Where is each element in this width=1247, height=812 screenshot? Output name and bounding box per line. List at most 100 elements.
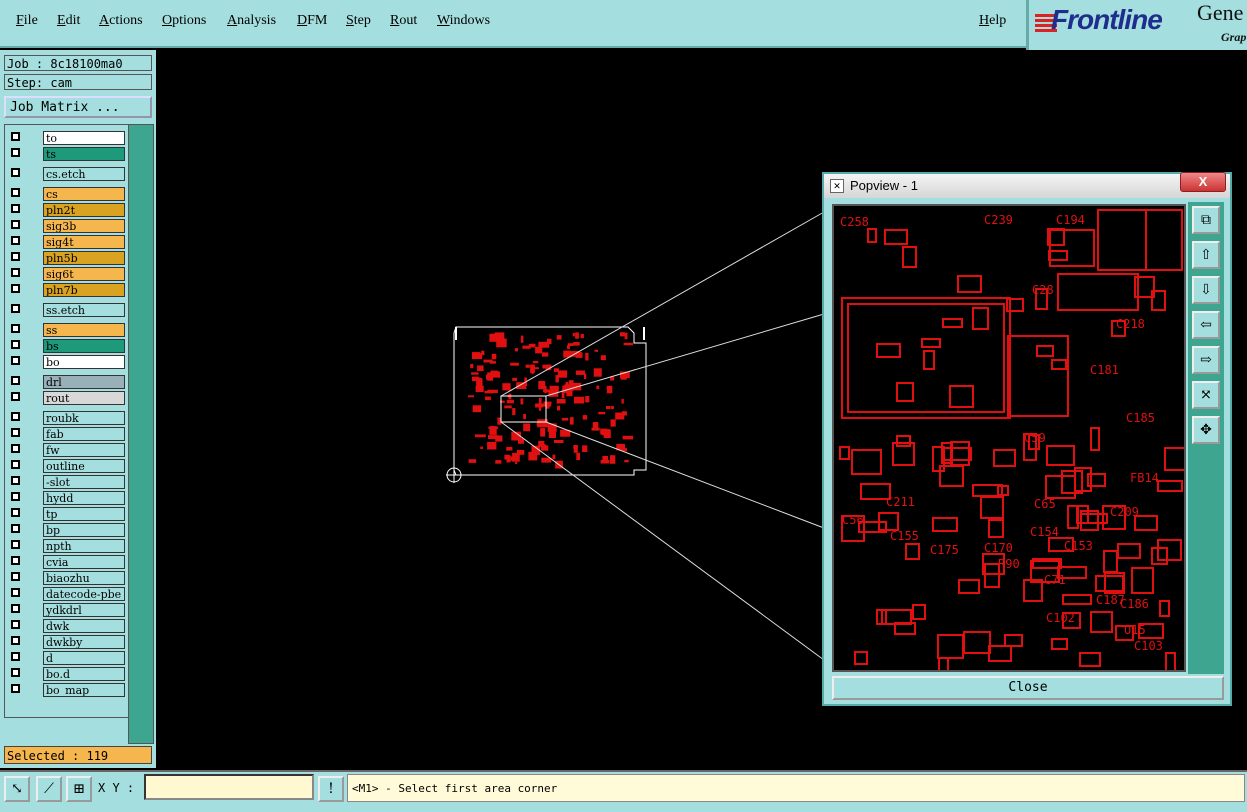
- layer-row-dwkby[interactable]: dwkby: [7, 635, 127, 649]
- layer-name[interactable]: bs: [43, 339, 125, 353]
- menu-analysis[interactable]: Analysis: [227, 13, 276, 29]
- zoom-in-icon[interactable]: ⤧: [1192, 381, 1220, 409]
- layer-checkbox[interactable]: [11, 572, 20, 581]
- layer-name[interactable]: pln7b: [43, 283, 125, 297]
- popview-view[interactable]: C258 C239 C194 C28 C218 C59 C185 C181 FB14 C211 C1…: [832, 204, 1186, 672]
- menu-step[interactable]: Step: [346, 13, 371, 29]
- layer-name[interactable]: bo.d: [43, 667, 125, 681]
- layer-row-ss.etch[interactable]: ss.etch: [7, 303, 127, 317]
- layer-checkbox[interactable]: [11, 220, 20, 229]
- layer-checkbox[interactable]: [11, 284, 20, 293]
- layer-checkbox[interactable]: [11, 356, 20, 365]
- layer-row-bo[interactable]: bo: [7, 355, 127, 369]
- layer-checkbox[interactable]: [11, 304, 20, 313]
- layer-row-datecode-pbe[interactable]: datecode-pbe: [7, 587, 127, 601]
- layer-row-fw[interactable]: fw: [7, 443, 127, 457]
- snap-icon[interactable]: ⟋: [36, 776, 62, 802]
- layer-row-bs[interactable]: bs: [7, 339, 127, 353]
- layer-name[interactable]: sig4t: [43, 235, 125, 249]
- layer-row-rout[interactable]: rout: [7, 391, 127, 405]
- layer-checkbox[interactable]: [11, 268, 20, 277]
- layer-checkbox[interactable]: [11, 636, 20, 645]
- layer-name[interactable]: dwk: [43, 619, 125, 633]
- layer-name[interactable]: to: [43, 131, 125, 145]
- measure-icon[interactable]: ⤡: [4, 776, 30, 802]
- layer-name[interactable]: ts: [43, 147, 125, 161]
- layer-checkbox[interactable]: [11, 376, 20, 385]
- layer-row-pln5b[interactable]: pln5b: [7, 251, 127, 265]
- popview-titlebar[interactable]: ✕ Popview - 1: [824, 174, 1230, 198]
- layer-row-biaozhu[interactable]: biaozhu: [7, 571, 127, 585]
- layer-name[interactable]: fab: [43, 427, 125, 441]
- layer-checkbox[interactable]: [11, 524, 20, 533]
- layer-name[interactable]: cs.etch: [43, 167, 125, 181]
- layer-checkbox[interactable]: [11, 508, 20, 517]
- layer-checkbox[interactable]: [11, 684, 20, 693]
- layer-row--slot[interactable]: -slot: [7, 475, 127, 489]
- layer-name[interactable]: rout: [43, 391, 125, 405]
- layer-name[interactable]: pln5b: [43, 251, 125, 265]
- layer-row-fab[interactable]: fab: [7, 427, 127, 441]
- layer-row-npth[interactable]: npth: [7, 539, 127, 553]
- grid-icon[interactable]: ⊞: [66, 776, 92, 802]
- menu-rout[interactable]: Rout: [390, 13, 417, 29]
- layer-checkbox[interactable]: [11, 132, 20, 141]
- layer-name[interactable]: bo: [43, 355, 125, 369]
- layer-name[interactable]: dwkby: [43, 635, 125, 649]
- layer-checkbox[interactable]: [11, 444, 20, 453]
- layer-checkbox[interactable]: [11, 604, 20, 613]
- layer-row-cvia[interactable]: cvia: [7, 555, 127, 569]
- layer-name[interactable]: cs: [43, 187, 125, 201]
- menu-help[interactable]: Help: [979, 13, 1006, 29]
- pan-up-icon[interactable]: ⇧: [1192, 241, 1220, 269]
- layer-row-drl[interactable]: drl: [7, 375, 127, 389]
- layer-row-to[interactable]: to: [7, 131, 127, 145]
- layer-checkbox[interactable]: [11, 620, 20, 629]
- menu-options[interactable]: Options: [162, 13, 206, 29]
- layer-checkbox[interactable]: [11, 236, 20, 245]
- layer-checkbox[interactable]: [11, 392, 20, 401]
- layer-row-ts[interactable]: ts: [7, 147, 127, 161]
- layer-row-ydkdrl[interactable]: ydkdrl: [7, 603, 127, 617]
- layer-name[interactable]: cvia: [43, 555, 125, 569]
- layer-checkbox[interactable]: [11, 340, 20, 349]
- layer-row-pln7b[interactable]: pln7b: [7, 283, 127, 297]
- pan-left-icon[interactable]: ⇦: [1192, 311, 1220, 339]
- layer-row-outline[interactable]: outline: [7, 459, 127, 473]
- popview-close-x-button[interactable]: X: [1180, 172, 1226, 192]
- layer-name[interactable]: drl: [43, 375, 125, 389]
- layer-checkbox[interactable]: [11, 168, 20, 177]
- layer-checkbox[interactable]: [11, 652, 20, 661]
- layer-name[interactable]: pln2t: [43, 203, 125, 217]
- layer-name[interactable]: bp: [43, 523, 125, 537]
- pan-right-icon[interactable]: ⇨: [1192, 346, 1220, 374]
- layer-row-cs[interactable]: cs: [7, 187, 127, 201]
- pan-down-icon[interactable]: ⇩: [1192, 276, 1220, 304]
- xy-input[interactable]: [144, 774, 314, 800]
- layer-checkbox[interactable]: [11, 476, 20, 485]
- menu-actions[interactable]: Actions: [99, 13, 143, 29]
- layer-name[interactable]: ss.etch: [43, 303, 125, 317]
- layer-name[interactable]: ss: [43, 323, 125, 337]
- menu-dfm[interactable]: DFM: [297, 13, 327, 29]
- layer-checkbox[interactable]: [11, 540, 20, 549]
- zoom-fit-icon[interactable]: ⧉: [1192, 206, 1220, 234]
- layer-row-ss[interactable]: ss: [7, 323, 127, 337]
- layer-row-bp[interactable]: bp: [7, 523, 127, 537]
- layer-checkbox[interactable]: [11, 324, 20, 333]
- menu-windows[interactable]: Windows: [437, 13, 490, 29]
- layer-checkbox[interactable]: [11, 204, 20, 213]
- layer-checkbox[interactable]: [11, 668, 20, 677]
- layer-name[interactable]: -slot: [43, 475, 125, 489]
- layer-name[interactable]: sig6t: [43, 267, 125, 281]
- layer-name[interactable]: roubk: [43, 411, 125, 425]
- layer-name[interactable]: sig3b: [43, 219, 125, 233]
- layer-row-cs.etch[interactable]: cs.etch: [7, 167, 127, 181]
- layer-name[interactable]: datecode-pbe: [43, 587, 125, 601]
- layer-name[interactable]: biaozhu: [43, 571, 125, 585]
- layer-row-dwk[interactable]: dwk: [7, 619, 127, 633]
- layer-checkbox[interactable]: [11, 412, 20, 421]
- layer-row-pln2t[interactable]: pln2t: [7, 203, 127, 217]
- layer-checkbox[interactable]: [11, 556, 20, 565]
- layer-row-sig6t[interactable]: sig6t: [7, 267, 127, 281]
